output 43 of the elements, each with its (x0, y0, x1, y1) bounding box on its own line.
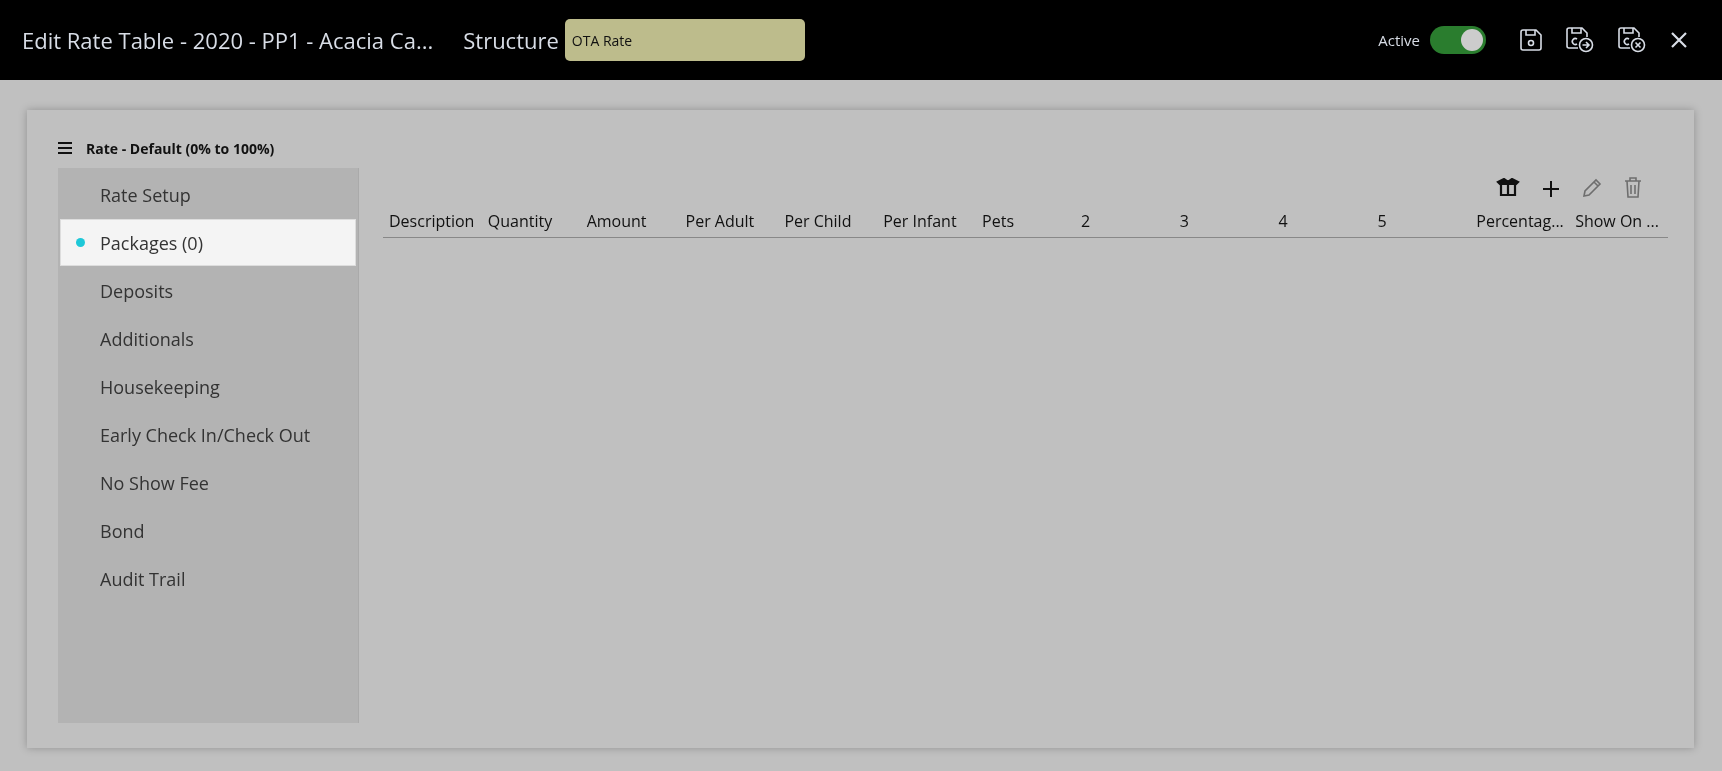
column-header: Per Infant (882, 209, 958, 232)
column-header: Show On ... (1574, 209, 1660, 232)
window-title: Edit Rate Table - 2020 - PP1 - Acacia Ca... (22, 25, 434, 55)
column-header: 5 (1376, 209, 1388, 232)
box-icon (1496, 178, 1520, 198)
save-and-continue-button[interactable] (1566, 27, 1594, 53)
panel-title: Rate - Default (0% to 100%) (86, 138, 275, 158)
floppy-disk-icon (1520, 29, 1542, 51)
plus-icon (1542, 180, 1560, 198)
sidebar-item[interactable]: Audit Trail (60, 555, 356, 602)
save-and-close-button[interactable] (1618, 27, 1646, 53)
sidebar-item[interactable]: Bond (60, 507, 356, 554)
package-button[interactable] (1496, 178, 1520, 198)
floppy-x-icon (1618, 27, 1646, 53)
sidebar-item[interactable]: No Show Fee (60, 459, 356, 506)
sidebar-item[interactable]: Housekeeping (60, 363, 356, 410)
pencil-icon (1582, 178, 1602, 198)
column-header: 4 (1277, 209, 1289, 232)
add-button[interactable] (1542, 180, 1560, 198)
sidebar-item[interactable]: Packages (0) (60, 219, 356, 266)
sidebar-item[interactable]: Early Check In/Check Out (60, 411, 356, 458)
trash-icon (1624, 177, 1642, 198)
sidebar-item[interactable]: Additionals (60, 315, 356, 362)
sidebar-item[interactable]: Deposits (60, 267, 356, 314)
menu-icon[interactable] (58, 142, 72, 154)
sidebar-item[interactable]: Rate Setup (60, 171, 356, 218)
structure-field[interactable]: OTA Rate (564, 19, 805, 61)
column-header: 2 (1079, 209, 1092, 232)
column-header: Per Adult (684, 209, 756, 232)
column-header: Description (388, 209, 476, 232)
column-header: 3 (1178, 209, 1190, 232)
save-button[interactable] (1520, 29, 1542, 51)
column-header: Quantity (486, 209, 554, 232)
column-header: Percentag... (1475, 209, 1565, 232)
column-header: Amount (585, 209, 648, 232)
column-header: Pets (981, 209, 1015, 232)
active-label: Active (1378, 30, 1420, 50)
floppy-arrow-icon (1566, 27, 1594, 53)
structure-label: Structure (463, 25, 559, 55)
active-toggle[interactable] (1430, 26, 1486, 54)
close-button[interactable] (1670, 31, 1688, 49)
column-header: Per Child (783, 209, 853, 232)
close-icon (1670, 31, 1688, 49)
